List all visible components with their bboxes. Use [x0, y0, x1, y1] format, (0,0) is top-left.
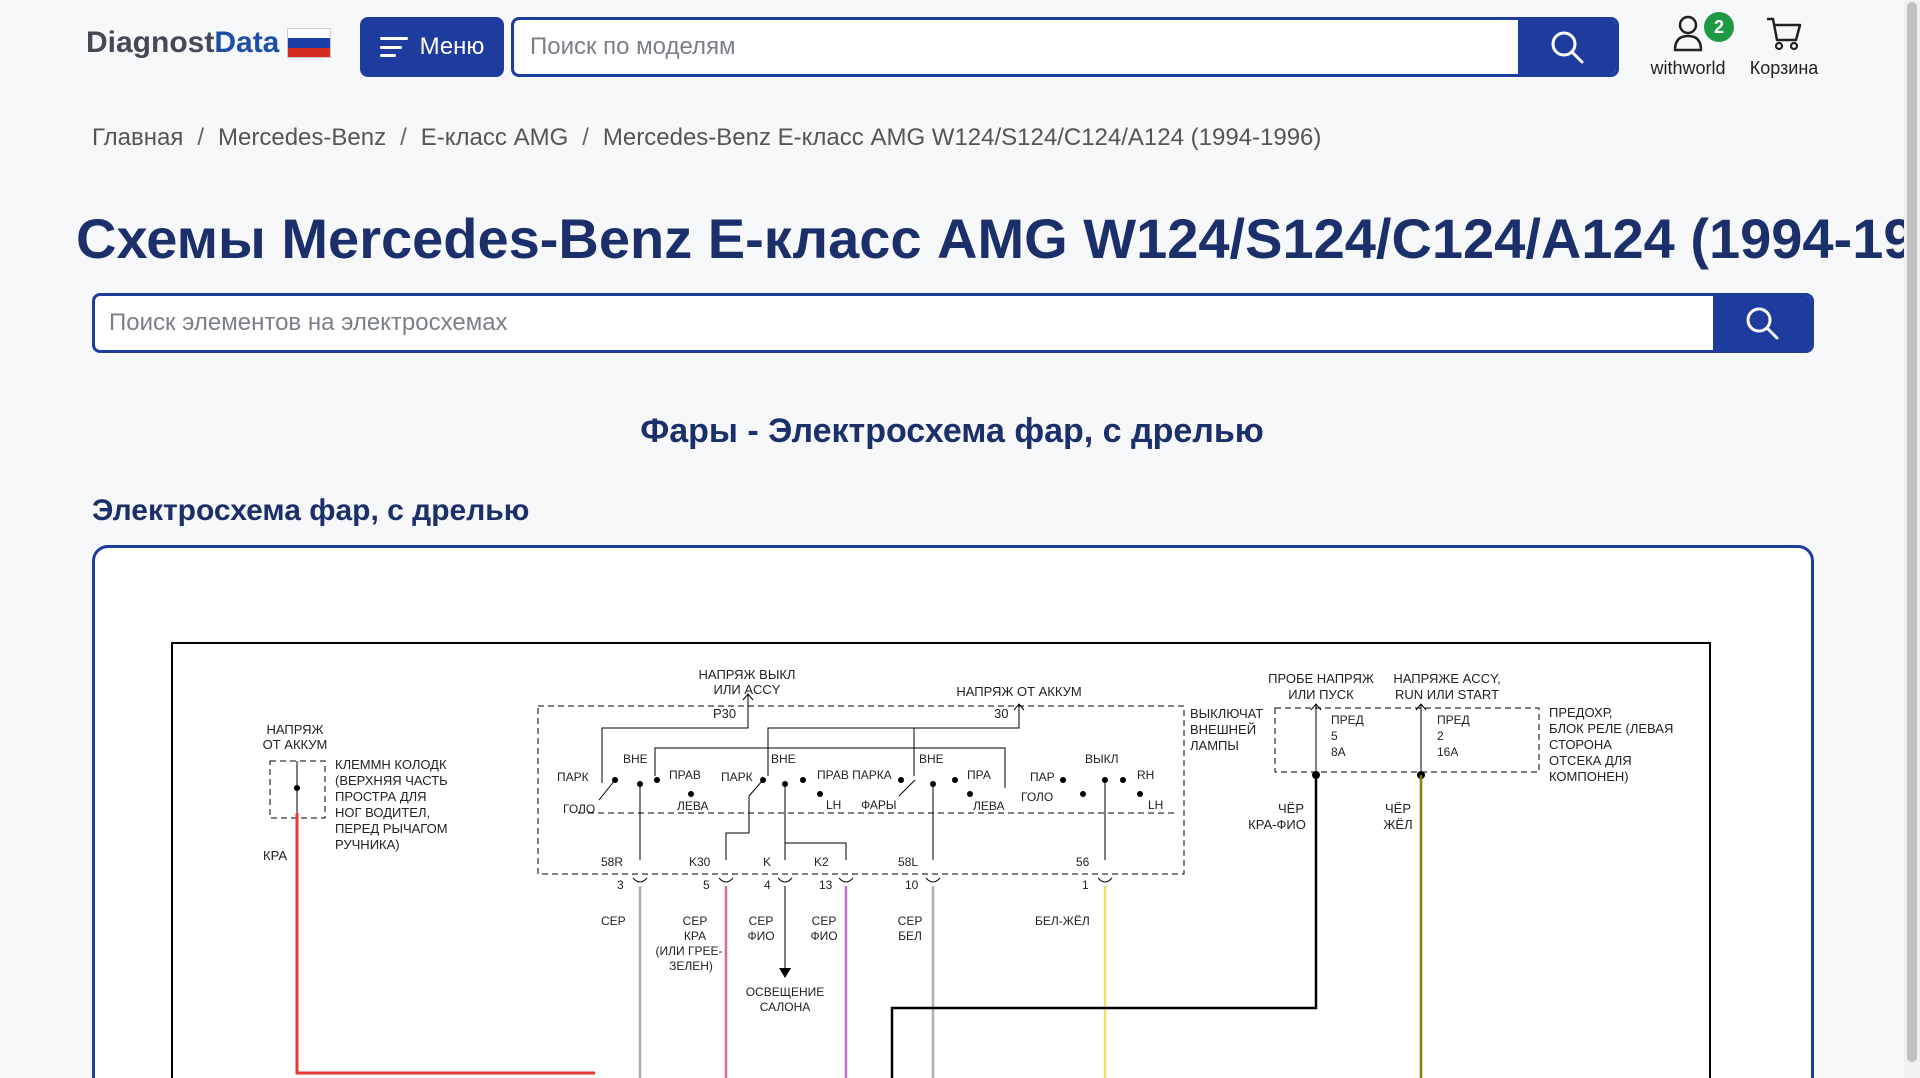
cart-label: Корзина — [1749, 58, 1819, 78]
fuse-wire-1: ЧЁР КРА-ФИО — [1248, 801, 1306, 832]
pin-56: 56 — [1076, 855, 1090, 869]
contact-golo-1: ГОЛО — [563, 802, 595, 816]
contact-golo-2: ГОЛО — [1021, 790, 1053, 804]
element-search-button[interactable] — [1713, 296, 1811, 350]
pin-58r: 58R — [601, 855, 623, 869]
left-power-label: НАПРЯЖ ОТ АККУМ — [263, 722, 328, 752]
page-scrollbar[interactable] — [1904, 0, 1920, 1078]
contact-pra: ПРА — [967, 768, 991, 782]
search-icon — [1551, 31, 1584, 64]
breadcrumb-separator: / — [400, 124, 407, 151]
contact-leva-1: ЛЕВА — [677, 799, 709, 813]
contact-leva-2: ЛЕВА — [973, 799, 1005, 813]
breadcrumb-brand[interactable]: Mercedes-Benz — [218, 124, 386, 152]
contact-rh: RH — [1137, 768, 1154, 782]
logo-text-diagnost: Diagnost — [86, 26, 215, 59]
pin-30: 30 — [994, 706, 1008, 721]
breadcrumb-model[interactable]: Mercedes-Benz E-класс AMG W124/S124/C124… — [603, 124, 1321, 152]
pin-k: K — [763, 855, 771, 869]
page-title: Схемы Mercedes-Benz E-класс AMG W124/S12… — [76, 207, 1920, 270]
svg-text:10: 10 — [905, 878, 919, 892]
scrollbar-thumb[interactable] — [1907, 2, 1917, 1062]
contact-lh-1: LH — [826, 798, 841, 812]
wire-58l-label: СЕР БЕЛ — [898, 914, 923, 943]
fuse-label-2: НАПРЯЖЕ ACCY, RUN ИЛИ START — [1393, 671, 1500, 702]
element-search-bar — [92, 293, 1814, 353]
wiring-diagram[interactable]: НАПРЯЖ ОТ АККУМ КЛЕММН КОЛОДК (ВЕРХНЯЯ ЧАС… — [92, 545, 1814, 1078]
contact-vne-3: ВНЕ — [919, 752, 944, 766]
contact-lh-2: LH — [1148, 798, 1163, 812]
svg-text:13: 13 — [819, 878, 833, 892]
search-icon — [1746, 307, 1779, 340]
fuse-2: ПРЕД 2 16A — [1437, 713, 1470, 759]
cart[interactable]: Корзина — [1744, 14, 1824, 79]
diagram-title: Электросхема фар, с дрелью — [92, 494, 530, 527]
contact-fary: ФАРЫ — [861, 798, 897, 812]
pin-k30: K30 — [689, 855, 711, 869]
svg-text:5: 5 — [703, 878, 710, 892]
headlight-switch-block: НАПРЯЖ ВЫКЛ ИЛИ ACCY НАПРЯЖ ОТ АККУМ ВЫКЛ… — [537, 667, 1263, 1078]
fuse-label-1: ПРОБЕ НАПРЯЖ ИЛИ ПУСК — [1268, 671, 1374, 702]
svg-text:3: 3 — [617, 878, 624, 892]
user-name: withworld — [1650, 58, 1726, 78]
model-search-button[interactable] — [1518, 20, 1616, 74]
breadcrumb: Главная / Mercedes-Benz / E-класс AMG / Mer… — [92, 124, 1321, 152]
fuse-5: ПРЕД 5 8A — [1331, 713, 1364, 759]
contact-park: ПАРК — [557, 770, 589, 784]
contact-par: ПАР — [1030, 770, 1055, 784]
wire-56-label: БЕЛ-ЖЁЛ — [1035, 914, 1090, 928]
contact-prav-1: ПРАВ — [669, 768, 701, 782]
fuse-block-description: ПРЕДОХР, БЛОК РЕЛЕ (ЛЕВАЯ СТОРОНА ОТСЕКА ДЛ… — [1549, 705, 1673, 784]
russian-flag-icon — [287, 28, 332, 58]
notification-badge: 2 — [1704, 12, 1734, 42]
wire-k-label: СЕР ФИО — [747, 914, 774, 943]
fuse-relay-block: ПРОБЕ НАПРЯЖ ИЛИ ПУСК НАПРЯЖЕ ACCY, RUN ИЛ… — [890, 671, 1673, 1078]
left-wire-label: КРА — [263, 848, 287, 863]
user-icon — [1673, 15, 1703, 52]
contact-vne-1: ВНЕ — [623, 752, 648, 766]
model-search-input[interactable] — [514, 20, 1518, 74]
model-search-bar — [511, 17, 1619, 77]
user-account[interactable]: 2 withworld — [1646, 12, 1734, 79]
pin-58l: 58L — [898, 855, 918, 869]
section-title: Фары - Электросхема фар, с дрелью — [640, 412, 1264, 450]
breadcrumb-separator: / — [582, 124, 589, 151]
switch-top-left-label: НАПРЯЖ ВЫКЛ ИЛИ ACCY — [699, 667, 796, 697]
site-header: DiagnostData Меню 2 withworld Корзина — [0, 0, 1904, 96]
pin-k2: K2 — [814, 855, 829, 869]
hamburger-icon — [379, 37, 408, 57]
breadcrumb-series[interactable]: E-класс AMG — [421, 124, 568, 152]
menu-button[interactable]: Меню — [360, 17, 504, 77]
pin-p30: P30 — [713, 706, 736, 721]
breadcrumb-home[interactable]: Главная — [92, 124, 183, 152]
svg-text:4: 4 — [764, 878, 771, 892]
contact-prav-parka: ПРАВ ПАРКА — [817, 768, 892, 782]
element-search-input[interactable] — [95, 296, 1713, 350]
breadcrumb-separator: / — [197, 124, 205, 151]
contact-vykl: ВЫКЛ — [1085, 752, 1119, 766]
connector-description: КЛЕММН КОЛОДК (ВЕРХНЯЯ ЧАСТЬ ПРОСТРА ДЛЯ НО… — [335, 757, 448, 852]
site-logo[interactable]: Diagnost Data — [86, 26, 332, 60]
wire-k30-label: СЕР КРА (ИЛИ ГРЕЕ-ЗЕЛЕН) — [656, 914, 723, 973]
contact-park-2: ПАРК — [721, 770, 753, 784]
cart-icon — [1767, 17, 1802, 51]
svg-text:1: 1 — [1082, 878, 1089, 892]
battery-connector-block: НАПРЯЖ ОТ АККУМ КЛЕММН КОЛОДК (ВЕРХНЯЯ ЧАС… — [263, 722, 595, 1075]
interior-light-label: ОСВЕЩЕНИЕ САЛОНА — [746, 985, 825, 1014]
wire-k2-label: СЕР ФИО — [810, 914, 837, 943]
contact-vne-2: ВНЕ — [771, 752, 796, 766]
switch-description: ВЫКЛЮЧАТ ВНЕШНЕЙ ЛАМПЫ — [1190, 706, 1263, 753]
menu-button-label: Меню — [419, 33, 485, 60]
switch-top-right-label: НАПРЯЖ ОТ АККУМ — [956, 684, 1081, 699]
fuse-wire-2: ЧЁР ЖЁЛ — [1383, 801, 1412, 832]
wire-58r-label: СЕР — [601, 914, 626, 928]
logo-text-data: Data — [214, 26, 280, 59]
